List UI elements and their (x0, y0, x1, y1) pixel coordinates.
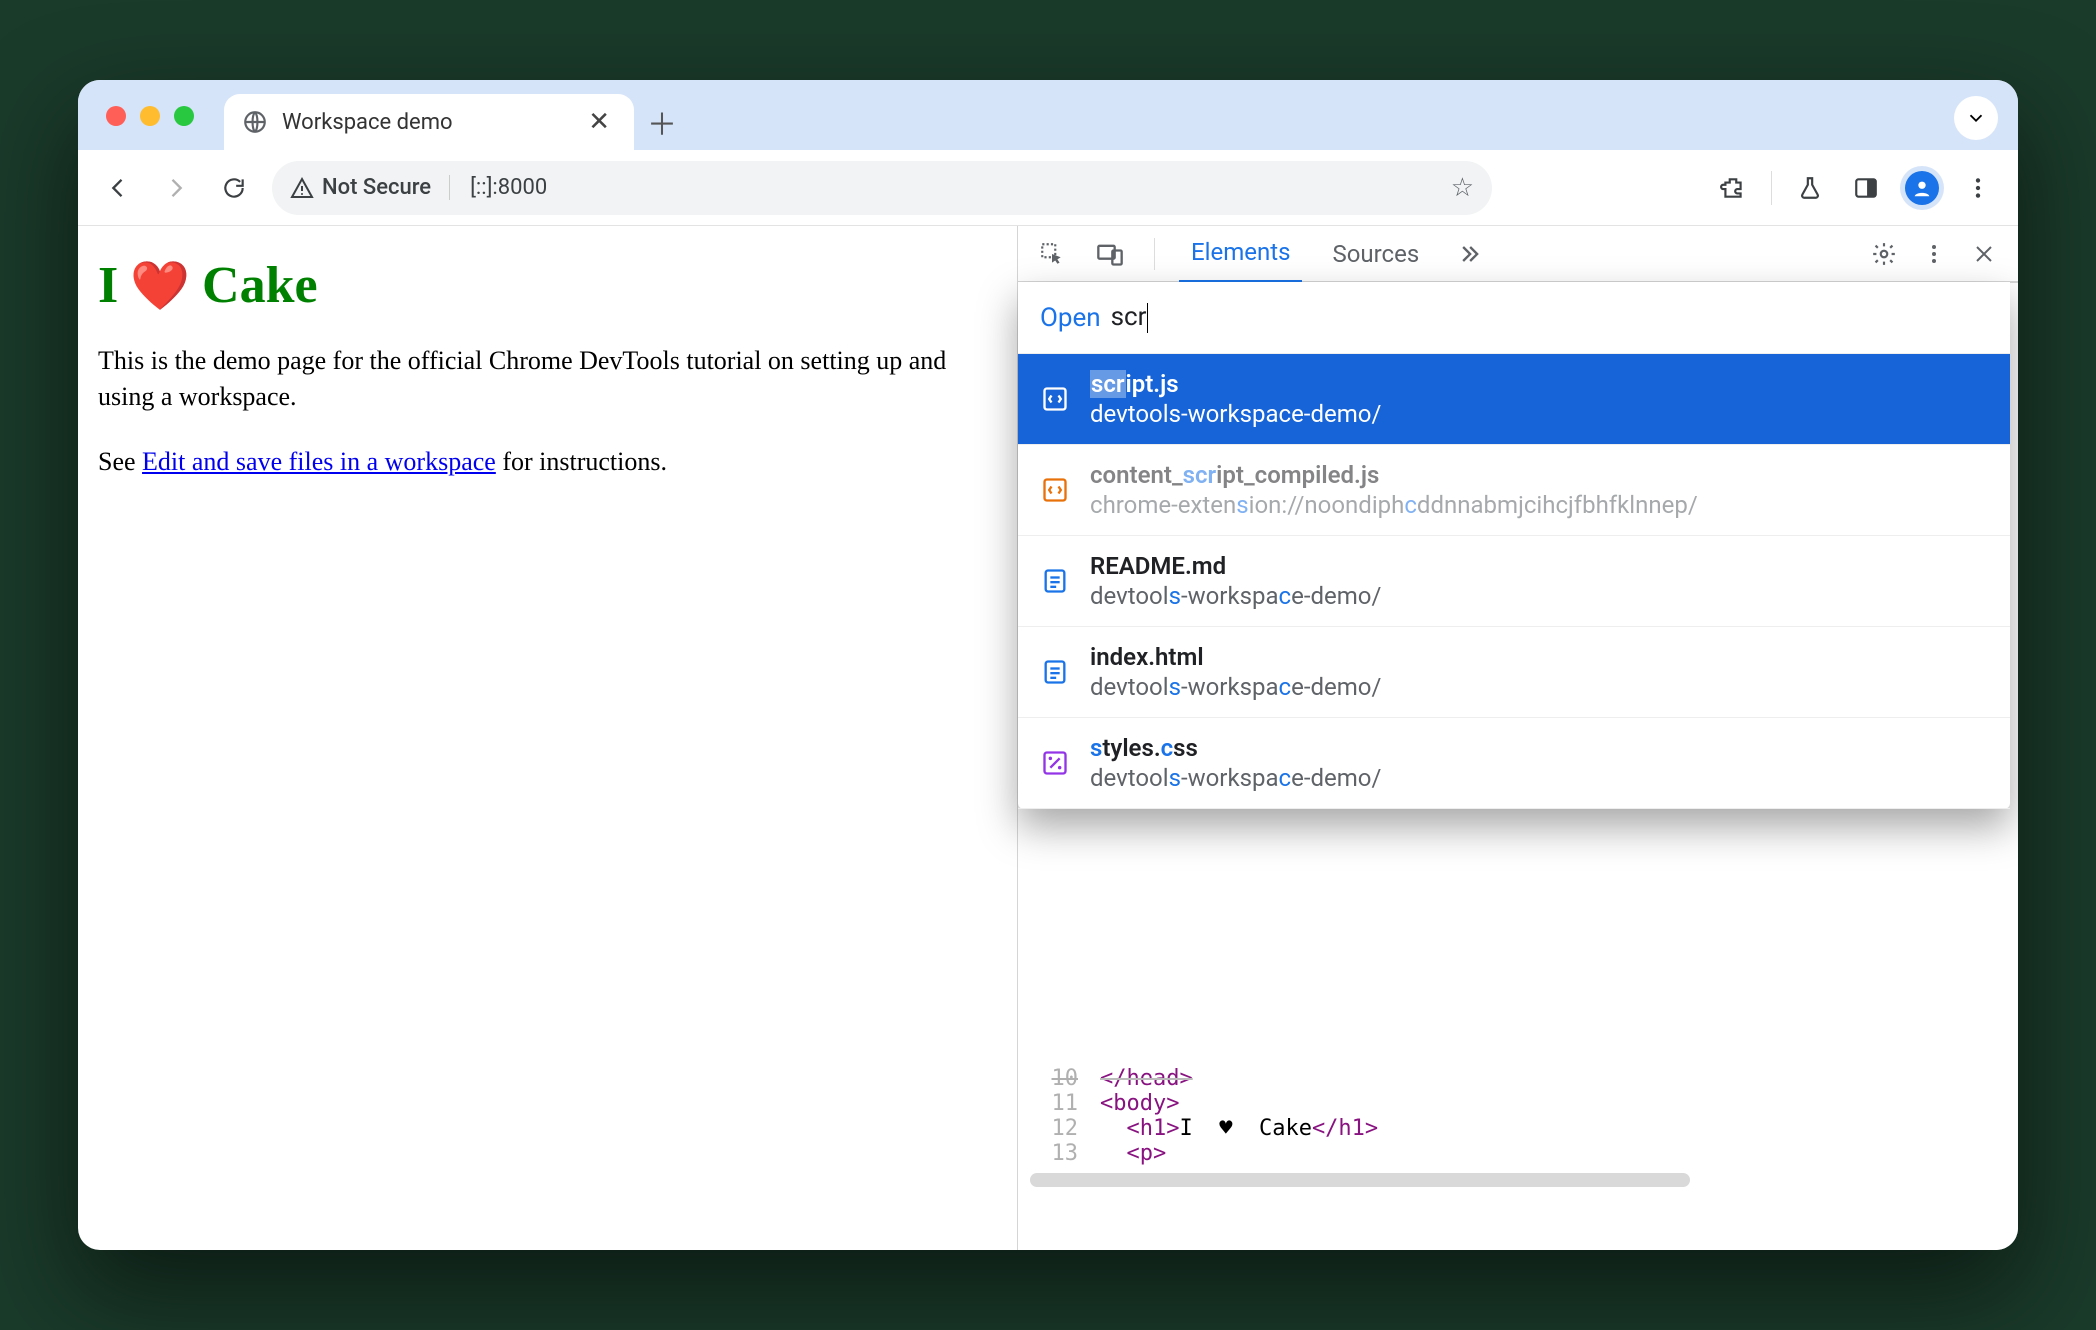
device-toolbar-button[interactable] (1090, 234, 1130, 274)
quick-open-result[interactable]: script.js devtools-workspace-demo/ (1018, 354, 2010, 445)
code-line: 13 <p> (1018, 1141, 2018, 1166)
toolbar-divider (1771, 171, 1772, 205)
new-tab-button[interactable]: ＋ (634, 94, 690, 150)
file-type-icon (1040, 475, 1070, 505)
side-panel-button[interactable] (1840, 162, 1892, 214)
quick-open-query: scr (1111, 302, 1147, 332)
devtools-divider (1154, 238, 1155, 270)
close-window-button[interactable] (106, 106, 126, 126)
line-text: <h1>I ♥ Cake</h1> (1100, 1116, 1378, 1141)
result-path: devtools-workspace-demo/ (1090, 582, 1381, 610)
horizontal-scrollbar[interactable] (1018, 1170, 2018, 1190)
result-filename: README.md (1090, 552, 1381, 580)
code-line: 11 <body> (1018, 1091, 2018, 1116)
code-line: 10 </head> (1018, 1066, 2018, 1091)
file-type-icon (1040, 748, 1070, 778)
see-prefix: See (98, 447, 142, 476)
forward-button[interactable] (150, 162, 202, 214)
source-code-peek: 10</head>11<body>12 <h1>I ♥ Cake</h1>13 … (1018, 1060, 2018, 1196)
devtools-tabbar: Elements Sources (1018, 226, 2018, 282)
file-type-icon (1040, 657, 1070, 687)
text-cursor (1147, 303, 1148, 333)
line-text: <body> (1100, 1091, 1179, 1116)
tab-title: Workspace demo (282, 110, 453, 135)
quick-open-label: Open (1040, 303, 1101, 333)
quick-open-result[interactable]: styles.css devtools-workspace-demo/ (1018, 718, 2010, 809)
quick-open-results: script.js devtools-workspace-demo/ conte… (1018, 354, 2010, 809)
security-chip[interactable]: Not Secure (290, 175, 450, 200)
quick-open-dialog: Open scr script.js devtools-workspace-de… (1018, 282, 2010, 809)
result-path: devtools-workspace-demo/ (1090, 400, 1381, 428)
content-split: I ❤️ Cake This is the demo page for the … (78, 226, 2018, 1250)
heading-prefix: I (98, 256, 118, 315)
result-path: devtools-workspace-demo/ (1090, 673, 1381, 701)
page-heading: I ❤️ Cake (98, 256, 997, 315)
line-number: 10 (1032, 1066, 1078, 1091)
tutorial-link[interactable]: Edit and save files in a workspace (142, 447, 496, 476)
profile-button[interactable] (1896, 162, 1948, 214)
file-type-icon (1040, 384, 1070, 414)
close-tab-button[interactable]: ✕ (582, 107, 616, 137)
address-bar[interactable]: Not Secure [::]:8000 ☆ (272, 161, 1492, 215)
reload-button[interactable] (208, 162, 260, 214)
more-tabs-button[interactable] (1449, 234, 1489, 274)
globe-icon (242, 109, 268, 135)
result-path: devtools-workspace-demo/ (1090, 764, 1381, 792)
devtools-close-button[interactable] (1964, 234, 2004, 274)
line-number: 13 (1032, 1141, 1078, 1166)
result-filename: styles.css (1090, 734, 1381, 762)
code-line: 12 <h1>I ♥ Cake</h1> (1018, 1116, 2018, 1141)
tabs-dropdown-button[interactable] (1954, 96, 1998, 140)
devtools-panel: Elements Sources Open scr (1018, 226, 2018, 1250)
see-suffix: for instructions. (496, 447, 667, 476)
avatar-icon (1905, 171, 1939, 205)
fullscreen-window-button[interactable] (174, 106, 194, 126)
warning-icon (290, 176, 314, 200)
result-path: chrome-extension://noondiphcddnnabmjcihc… (1090, 491, 1698, 519)
line-text: </head> (1100, 1066, 1193, 1091)
toolbar-right (1707, 162, 2004, 214)
heading-suffix: Cake (202, 256, 318, 315)
tab-elements[interactable]: Elements (1179, 226, 1302, 283)
inspect-element-button[interactable] (1032, 234, 1072, 274)
minimize-window-button[interactable] (140, 106, 160, 126)
quick-open-input-row[interactable]: Open scr (1018, 282, 2010, 354)
security-label: Not Secure (322, 175, 431, 200)
browser-tab[interactable]: Workspace demo ✕ (224, 94, 634, 150)
back-button[interactable] (92, 162, 144, 214)
file-type-icon (1040, 566, 1070, 596)
tab-strip: Workspace demo ✕ ＋ (78, 80, 2018, 150)
line-number: 12 (1032, 1116, 1078, 1141)
window-controls (106, 106, 194, 126)
page-paragraph: This is the demo page for the official C… (98, 343, 997, 416)
browser-toolbar: Not Secure [::]:8000 ☆ (78, 150, 2018, 226)
line-text: <p> (1100, 1141, 1166, 1166)
result-filename: script.js (1090, 370, 1381, 398)
labs-button[interactable] (1784, 162, 1836, 214)
scrollbar-thumb[interactable] (1030, 1173, 1690, 1187)
quick-open-result[interactable]: content_script_compiled.js chrome-extens… (1018, 445, 2010, 536)
devtools-menu-button[interactable] (1914, 234, 1954, 274)
quick-open-result[interactable]: index.html devtools-workspace-demo/ (1018, 627, 2010, 718)
result-filename: index.html (1090, 643, 1381, 671)
heart-icon: ❤️ (130, 257, 190, 314)
tab-sources[interactable]: Sources (1320, 226, 1431, 282)
page-viewport: I ❤️ Cake This is the demo page for the … (78, 226, 1018, 1250)
quick-open-input[interactable]: scr (1111, 302, 1149, 333)
extensions-button[interactable] (1707, 162, 1759, 214)
browser-window: Workspace demo ✕ ＋ Not Secure [::]:8000 … (78, 80, 2018, 1250)
page-see-line: See Edit and save files in a workspace f… (98, 444, 997, 480)
url-text: [::]:8000 (470, 175, 1441, 200)
quick-open-result[interactable]: README.md devtools-workspace-demo/ (1018, 536, 2010, 627)
bookmark-button[interactable]: ☆ (1451, 173, 1474, 203)
devtools-body: Open scr script.js devtools-workspace-de… (1018, 282, 2018, 1250)
result-filename: content_script_compiled.js (1090, 461, 1698, 489)
chrome-menu-button[interactable] (1952, 162, 2004, 214)
devtools-settings-button[interactable] (1864, 234, 1904, 274)
line-number: 11 (1032, 1091, 1078, 1116)
